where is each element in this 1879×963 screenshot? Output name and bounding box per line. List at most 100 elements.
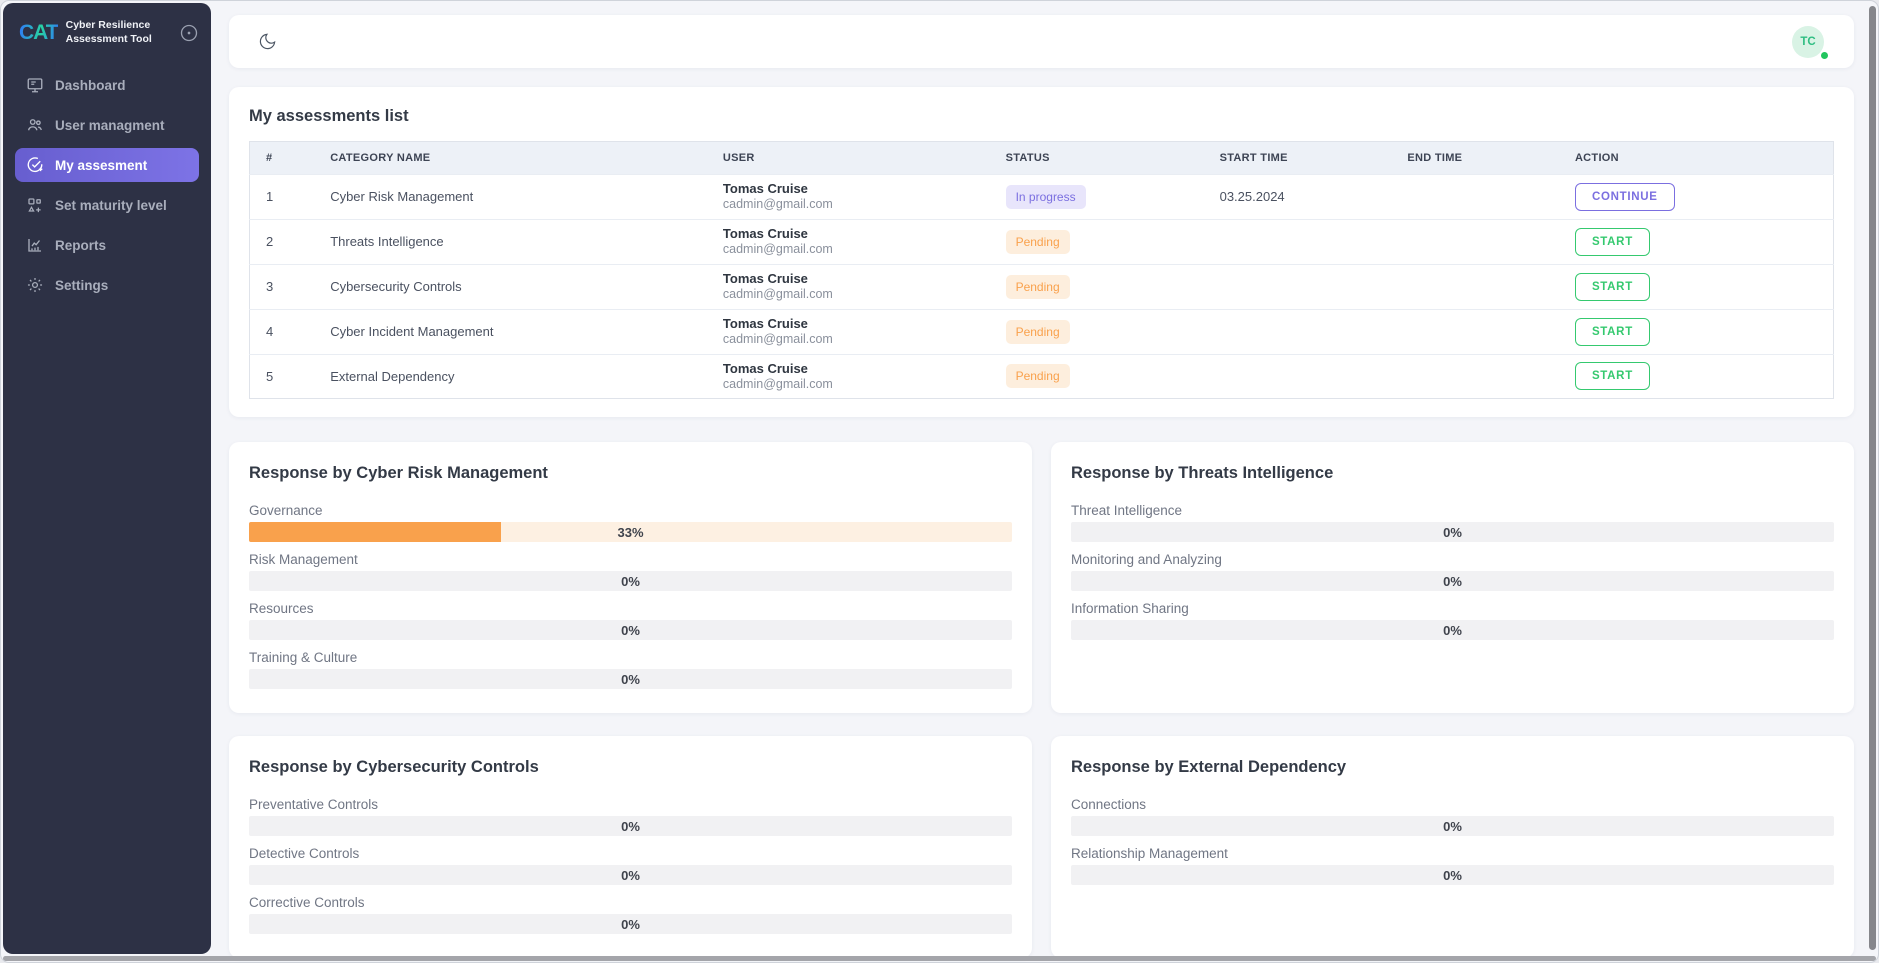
user-cell: Tomas Cruise cadmin@gmail.com (714, 218, 998, 265)
category-name: Cyber Incident Management (322, 308, 715, 354)
progress-label: Threat Intelligence (1071, 503, 1183, 519)
main-content: TC My assessments list # CATEGORY NAME USE… (211, 1, 1878, 962)
category-name: Threats Intelligence (322, 218, 715, 265)
response-card-title: Response by Threats Intelligence (1071, 464, 1334, 483)
column-header: STATUS (1005, 152, 1050, 164)
sidebar-item-assessment[interactable]: My assesment (15, 148, 199, 183)
column-header: END TIME (1407, 152, 1463, 164)
action-cell: START (1566, 353, 1834, 399)
row-number: 5 (249, 353, 323, 399)
user-avatar[interactable]: TC (1792, 25, 1829, 60)
response-card-title: Response by Cybersecurity Controls (249, 758, 539, 777)
progress-group: Threat Intelligence 0% (1071, 503, 1834, 543)
horizontal-scrollbar[interactable] (3, 956, 1876, 961)
start-time (1211, 308, 1400, 354)
continue-button[interactable]: CONTINUE (1574, 182, 1675, 211)
progress-group: Detective Controls 0% (249, 846, 1012, 886)
row-number: 1 (249, 174, 323, 220)
sidebar-item-settings[interactable]: Settings (15, 268, 199, 302)
progress-label: Relationship Management (1071, 846, 1228, 862)
row-number: 2 (249, 218, 323, 265)
user-email: cadmin@gmail.com (722, 376, 833, 391)
response-cards-row-1: Response by Cyber Risk Management Govern… (229, 442, 1854, 714)
action-cell: CONTINUE (1566, 174, 1834, 220)
start-button[interactable]: START (1574, 362, 1650, 391)
progress-bar: 0% (249, 865, 1012, 886)
column-header: # (266, 152, 273, 164)
status-cell: In progress (997, 174, 1212, 220)
bar-chart-icon (26, 236, 44, 254)
end-time (1399, 263, 1567, 310)
response-card: Response by Threats Intelligence Threat … (1051, 442, 1854, 714)
progress-group: Training & Culture 0% (249, 650, 1012, 690)
action-cell: START (1566, 308, 1834, 354)
user-name: Tomas Cruise (722, 225, 808, 241)
progress-bar: 0% (249, 669, 1012, 690)
user-name: Tomas Cruise (722, 315, 808, 331)
start-button[interactable]: START (1574, 227, 1650, 256)
user-name: Tomas Cruise (722, 181, 808, 196)
monitor-icon (26, 76, 44, 94)
response-card: Response by Cybersecurity Controls Preve… (229, 736, 1032, 959)
response-cards-row-2: Response by Cybersecurity Controls Preve… (229, 736, 1854, 959)
user-email: cadmin@gmail.com (722, 242, 833, 257)
app-window: CAT Cyber Resilience Assessment Tool Das… (0, 0, 1879, 963)
user-name: Tomas Cruise (722, 270, 808, 286)
sidebar-item-maturity[interactable]: Set maturity level (15, 188, 199, 222)
sidebar-item-label: My assesment (55, 157, 148, 173)
vertical-scrollbar[interactable] (1869, 6, 1876, 950)
progress-value: 0% (621, 671, 640, 687)
status-badge: Pending (1005, 229, 1070, 254)
progress-bar: 0% (1071, 571, 1834, 592)
assessments-card: My assessments list # CATEGORY NAME USER ST… (229, 87, 1854, 418)
user-cell: Tomas Cruise cadmin@gmail.com (714, 263, 998, 310)
column-header: START TIME (1219, 152, 1288, 164)
table-row: 5 External Dependency Tomas Cruise cadmin… (249, 353, 1834, 399)
sidebar-item-dashboard[interactable]: Dashboard (15, 68, 199, 102)
progress-group: Resources 0% (249, 601, 1012, 641)
progress-value: 0% (1443, 524, 1462, 540)
progress-bar: 0% (1071, 816, 1834, 837)
progress-label: Preventative Controls (249, 797, 379, 813)
sidebar-item-label: User managment (55, 117, 165, 133)
status-cell: Pending (997, 263, 1212, 310)
start-button[interactable]: START (1574, 317, 1650, 346)
progress-label: Connections (1071, 797, 1147, 813)
status-badge: In progress (1005, 184, 1086, 209)
row-number: 3 (249, 263, 323, 310)
response-card-title: Response by Cyber Risk Management (249, 464, 548, 483)
sidebar-item-label: Settings (55, 277, 109, 293)
sidebar-item-users[interactable]: User managment (15, 108, 199, 142)
progress-value: 0% (1443, 622, 1462, 638)
progress-label: Risk Management (249, 552, 358, 568)
row-number: 4 (249, 308, 323, 354)
progress-value: 0% (1443, 867, 1462, 883)
assessments-title: My assessments list (249, 107, 409, 125)
user-cell: Tomas Cruise cadmin@gmail.com (714, 308, 998, 354)
progress-group: Information Sharing 0% (1071, 601, 1834, 641)
status-badge: Pending (1005, 319, 1070, 344)
assessments-table: # CATEGORY NAME USER STATUS START TIME END TI… (249, 141, 1834, 400)
response-card: Response by Cyber Risk Management Govern… (229, 442, 1032, 714)
progress-group: Monitoring and Analyzing 0% (1071, 552, 1834, 592)
end-time (1399, 174, 1567, 220)
progress-group: Connections 0% (1071, 797, 1834, 837)
sidebar: CAT Cyber Resilience Assessment Tool Das… (3, 3, 211, 954)
end-time (1399, 308, 1567, 354)
app-title: Cyber Resilience Assessment Tool (66, 19, 171, 46)
status-badge: Pending (1005, 274, 1070, 299)
end-time (1399, 218, 1567, 265)
maturity-level-icon (26, 196, 44, 214)
sidebar-collapse-icon[interactable] (179, 23, 199, 43)
sidebar-item-reports[interactable]: Reports (15, 228, 199, 262)
user-email: cadmin@gmail.com (722, 287, 833, 301)
start-button[interactable]: START (1574, 272, 1650, 301)
response-card: Response by External Dependency Connecti… (1051, 736, 1854, 959)
progress-group: Governance 33% (249, 503, 1012, 543)
progress-value: 33% (617, 524, 644, 540)
dark-mode-toggle[interactable] (257, 32, 277, 52)
sidebar-nav: Dashboard User managment My assesment Set m… (3, 68, 211, 302)
table-row: 3 Cybersecurity Controls Tomas Cruise cad… (249, 263, 1834, 310)
progress-label: Training & Culture (249, 650, 358, 666)
action-cell: START (1566, 218, 1834, 265)
